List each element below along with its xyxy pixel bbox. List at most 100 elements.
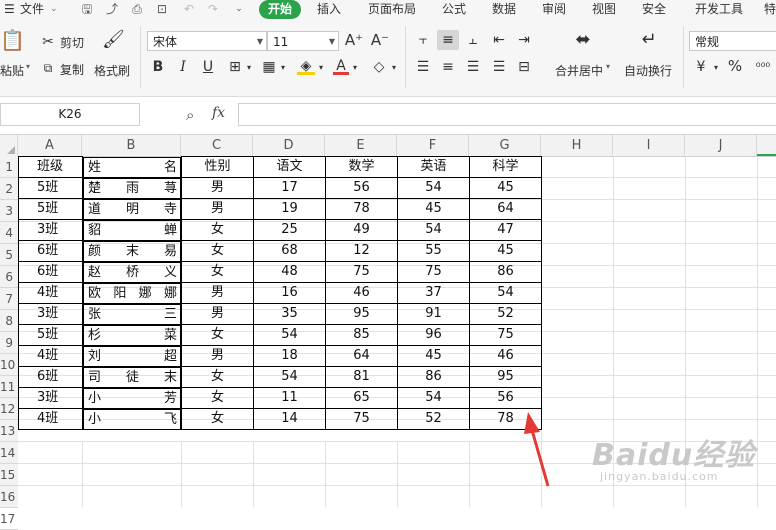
indent-decrease-icon[interactable]: ⇤ — [490, 32, 508, 48]
table-cell-name[interactable]: 小芳 — [83, 387, 181, 409]
table-cell[interactable]: 女 — [181, 387, 254, 409]
function-icon[interactable]: fx — [212, 105, 225, 121]
table-cell[interactable]: 6班 — [18, 366, 83, 388]
chevron-down-icon[interactable]: ▾ — [711, 60, 721, 76]
align-right-icon[interactable]: ☰ — [464, 59, 482, 75]
tab-data[interactable]: 数据 — [492, 0, 516, 20]
table-cell[interactable]: 6班 — [18, 261, 83, 283]
align-top-icon[interactable]: ⫟ — [414, 32, 432, 48]
wrap-text-icon[interactable]: ↵ — [636, 31, 662, 54]
table-cell[interactable]: 19 — [253, 198, 326, 220]
tab-formulas[interactable]: 公式 — [442, 0, 466, 20]
table-cell[interactable]: 6班 — [18, 240, 83, 262]
table-cell[interactable]: 女 — [181, 240, 254, 262]
table-cell[interactable]: 55 — [397, 240, 470, 262]
table-cell[interactable]: 48 — [253, 261, 326, 283]
font-name-select[interactable]: 宋体 ▼ — [147, 31, 267, 51]
menu-file[interactable]: 文件 — [20, 0, 44, 20]
chevron-down-icon[interactable]: ⌄ — [50, 0, 58, 20]
table-cell-name[interactable]: 赵桥义 — [83, 261, 181, 283]
table-cell[interactable]: 75 — [325, 261, 398, 283]
table-cell[interactable]: 56 — [325, 177, 398, 199]
table-cell[interactable]: 男 — [181, 198, 254, 220]
table-cell[interactable]: 5班 — [18, 177, 83, 199]
table-cell[interactable]: 91 — [397, 303, 470, 325]
row-header[interactable]: 7 — [0, 288, 18, 310]
table-cell[interactable]: 5班 — [18, 324, 83, 346]
row-header[interactable]: 16 — [0, 486, 18, 508]
table-cell[interactable]: 95 — [469, 366, 542, 388]
tab-review[interactable]: 审阅 — [542, 0, 566, 20]
number-format-select[interactable]: 常规 — [689, 31, 776, 51]
table-cell[interactable]: 52 — [397, 408, 470, 430]
table-cell[interactable]: 65 — [325, 387, 398, 409]
font-size-select[interactable]: 11 ▼ — [267, 31, 339, 51]
column-header-d[interactable]: D — [253, 135, 325, 156]
row-header[interactable]: 12 — [0, 398, 18, 420]
table-cell[interactable]: 54 — [253, 324, 326, 346]
table-cell[interactable]: 78 — [325, 198, 398, 220]
fill-color-icon[interactable]: ◈ — [297, 58, 315, 75]
cell-style-icon[interactable]: ▦ — [260, 59, 278, 75]
table-cell[interactable]: 11 — [253, 387, 326, 409]
chevron-down-icon[interactable]: ▾ — [350, 60, 360, 76]
eraser-icon[interactable]: ◇ — [370, 59, 388, 75]
select-all-corner[interactable] — [0, 135, 18, 156]
format-painter-button[interactable]: 格式刷 — [94, 62, 130, 79]
column-header-h[interactable]: H — [541, 135, 613, 156]
paste-dropdown-icon[interactable]: ▾ — [26, 62, 30, 71]
table-cell[interactable]: 86 — [397, 366, 470, 388]
row-header[interactable]: 3 — [0, 200, 18, 222]
table-cell-name[interactable]: 小飞 — [83, 408, 181, 430]
table-cell[interactable]: 4班 — [18, 282, 83, 304]
table-cell[interactable]: 4班 — [18, 345, 83, 367]
table-cell[interactable]: 64 — [325, 345, 398, 367]
align-middle-icon[interactable]: ≡ — [437, 30, 459, 50]
table-cell-name[interactable]: 欧阳娜娜 — [83, 282, 181, 304]
table-cell-name[interactable]: 刘超 — [83, 345, 181, 367]
tab-security[interactable]: 安全 — [642, 0, 666, 20]
export-icon[interactable]: ⤴ — [105, 2, 119, 16]
table-cell[interactable]: 女 — [181, 324, 254, 346]
save-icon[interactable]: 🖫 — [80, 2, 94, 16]
table-cell[interactable]: 班级 — [18, 156, 83, 178]
chevron-down-icon[interactable]: ▾ — [278, 60, 288, 76]
table-cell[interactable]: 5班 — [18, 198, 83, 220]
table-cell-name[interactable]: 貂蝉 — [83, 219, 181, 241]
row-header[interactable]: 4 — [0, 222, 18, 244]
align-bottom-icon[interactable]: ⫠ — [464, 32, 482, 48]
table-cell[interactable]: 14 — [253, 408, 326, 430]
name-box[interactable]: K26 — [0, 103, 140, 126]
tab-insert[interactable]: 插入 — [317, 0, 341, 20]
decrease-font-icon[interactable]: A⁻ — [370, 32, 390, 48]
table-cell[interactable]: 75 — [469, 324, 542, 346]
underline-icon[interactable]: U — [200, 59, 216, 75]
print-icon[interactable]: ⎙ — [130, 2, 144, 16]
table-cell[interactable]: 46 — [469, 345, 542, 367]
table-cell[interactable]: 3班 — [18, 303, 83, 325]
borders-icon[interactable]: ⊞ — [226, 59, 244, 75]
table-cell[interactable]: 45 — [397, 345, 470, 367]
table-cell-name[interactable]: 杉菜 — [83, 324, 181, 346]
row-header[interactable]: 5 — [0, 244, 18, 266]
align-left-icon[interactable]: ☰ — [414, 59, 432, 75]
tab-home[interactable]: 开始 — [259, 0, 302, 19]
table-cell[interactable]: 75 — [325, 408, 398, 430]
column-header-f[interactable]: F — [397, 135, 469, 156]
zoom-search-icon[interactable]: ⌕ — [186, 106, 194, 124]
column-header-b[interactable]: B — [82, 135, 181, 156]
table-cell-name[interactable]: 张三 — [83, 303, 181, 325]
table-cell[interactable]: 96 — [397, 324, 470, 346]
copy-button[interactable]: 复制 — [60, 61, 84, 78]
tab-developer[interactable]: 开发工具 — [695, 0, 743, 20]
table-cell[interactable]: 56 — [469, 387, 542, 409]
redo-icon[interactable]: ↷ — [206, 2, 220, 16]
table-cell[interactable]: 54 — [397, 387, 470, 409]
row-header[interactable]: 2 — [0, 178, 18, 200]
row-header[interactable]: 6 — [0, 266, 18, 288]
column-header-g[interactable]: G — [469, 135, 541, 156]
column-header-c[interactable]: C — [181, 135, 253, 156]
row-header[interactable]: 8 — [0, 310, 18, 332]
table-cell[interactable]: 85 — [325, 324, 398, 346]
table-cell[interactable]: 54 — [469, 282, 542, 304]
